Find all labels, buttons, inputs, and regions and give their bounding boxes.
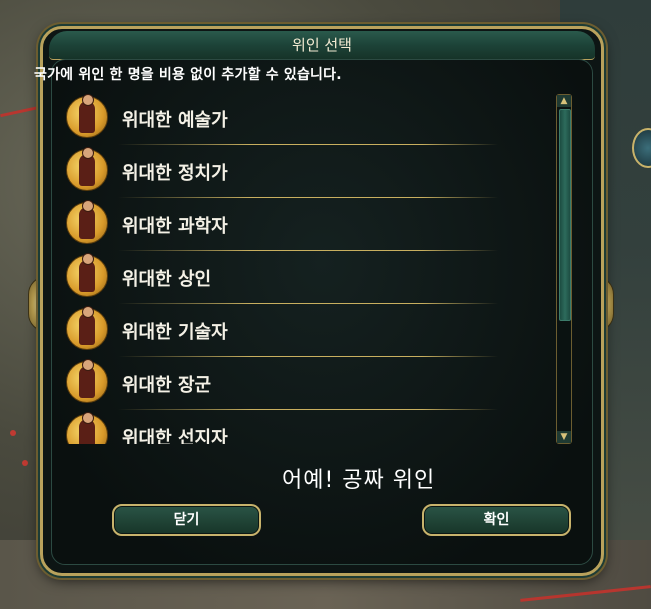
- list-item[interactable]: 위대한 상인: [62, 251, 552, 304]
- dialog-subtitle: 국가에 위인 한 명을 비용 없이 추가할 수 있습니다.: [34, 67, 342, 83]
- dialog-title: 위인 선택: [49, 31, 595, 60]
- great-people-list: 위대한 예술가 위대한 정치가 위대한 과학자 위대한 상인 위대한 기술자 위…: [62, 92, 552, 444]
- scroll-thumb[interactable]: [559, 109, 571, 321]
- scroll-up-icon[interactable]: ▲: [557, 95, 571, 107]
- list-item-label: 위대한 기술자: [122, 322, 228, 343]
- scroll-down-icon[interactable]: ▼: [557, 431, 571, 443]
- great-statesman-portrait-icon: [66, 147, 108, 191]
- dialog-caption: 어예! 공짜 위인: [282, 468, 436, 493]
- great-artist-portrait-icon: [66, 94, 108, 138]
- list-item[interactable]: 위대한 기술자: [62, 304, 552, 357]
- great-prophet-portrait-icon: [66, 412, 108, 444]
- great-engineer-portrait-icon: [66, 306, 108, 350]
- list-item[interactable]: 위대한 선지자: [62, 410, 552, 444]
- list-item[interactable]: 위대한 예술가: [62, 92, 552, 145]
- list-item-label: 위대한 정치가: [122, 163, 228, 184]
- list-item[interactable]: 위대한 정치가: [62, 145, 552, 198]
- list-scrollbar[interactable]: ▲ ▼: [556, 94, 572, 444]
- list-item-label: 위대한 예술가: [122, 110, 228, 131]
- map-marker: [10, 430, 16, 436]
- close-button[interactable]: 닫기: [112, 504, 261, 536]
- list-item-label: 위대한 선지자: [122, 428, 228, 444]
- list-item-label: 위대한 과학자: [122, 216, 228, 237]
- great-general-portrait-icon: [66, 359, 108, 403]
- list-item-label: 위대한 상인: [122, 269, 212, 290]
- confirm-button[interactable]: 확인: [422, 504, 571, 536]
- list-item[interactable]: 위대한 장군: [62, 357, 552, 410]
- map-marker: [22, 460, 28, 466]
- great-scientist-portrait-icon: [66, 200, 108, 244]
- list-item[interactable]: 위대한 과학자: [62, 198, 552, 251]
- list-item-label: 위대한 장군: [122, 375, 212, 396]
- great-merchant-portrait-icon: [66, 253, 108, 297]
